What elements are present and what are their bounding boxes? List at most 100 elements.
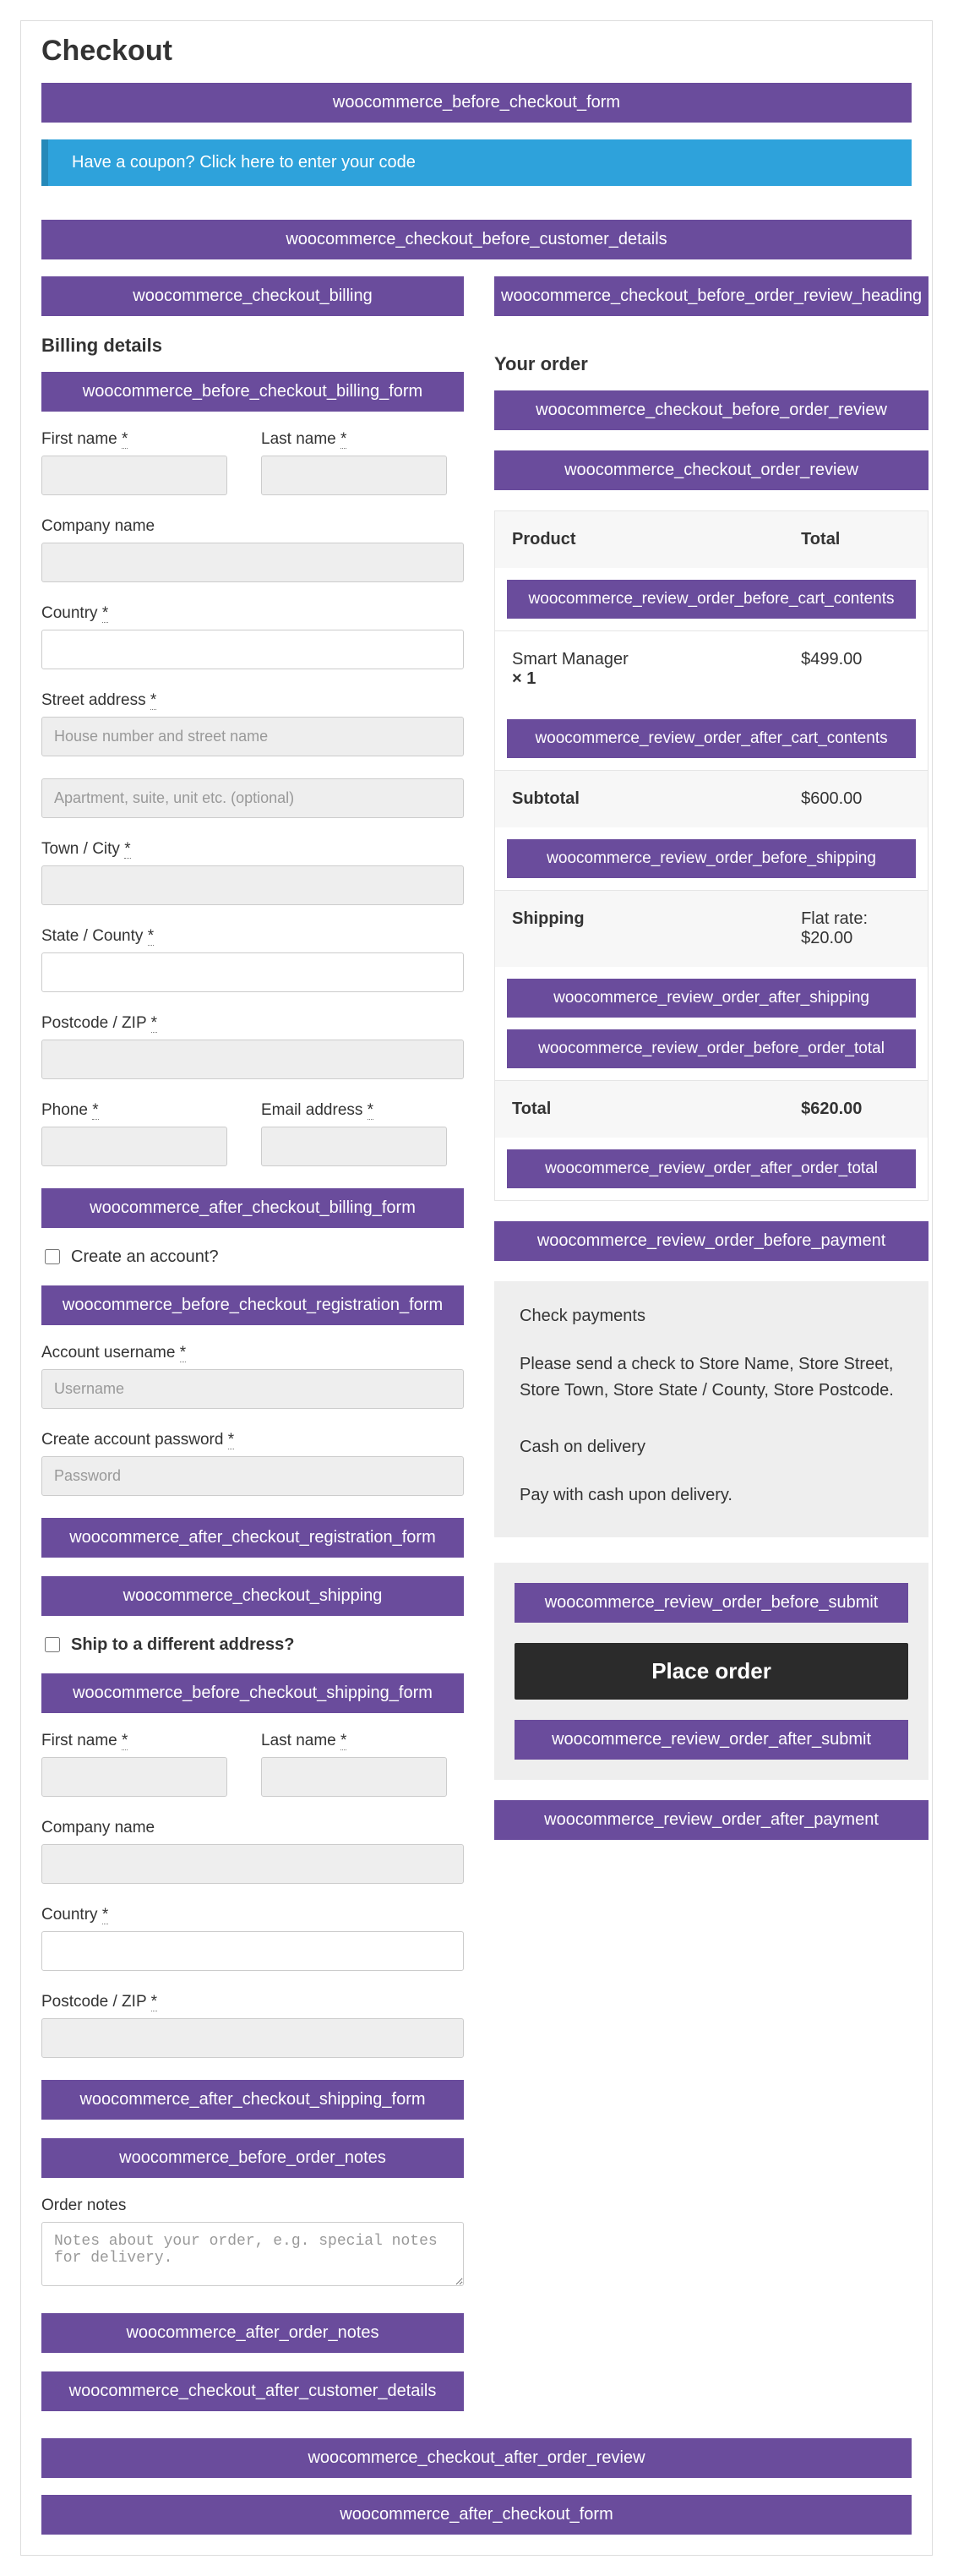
ship-company-input[interactable]: [41, 1844, 464, 1884]
hook-before-order-notes: woocommerce_before_order_notes: [41, 2138, 464, 2178]
street-input[interactable]: [41, 717, 464, 756]
ship-postcode-input[interactable]: [41, 2018, 464, 2058]
hook-order-review: woocommerce_checkout_order_review: [494, 450, 928, 490]
ship-different-label: Ship to a different address?: [71, 1635, 294, 1655]
subtotal-value: $600.00: [784, 771, 928, 827]
place-order-button[interactable]: Place order: [515, 1643, 908, 1700]
hook-before-checkout-form: woocommerce_before_checkout_form: [41, 83, 912, 123]
submit-section: woocommerce_review_order_before_submit P…: [494, 1563, 928, 1780]
postcode-label: Postcode / ZIP *: [41, 1014, 464, 1033]
ship-different-checkbox[interactable]: Ship to a different address?: [41, 1635, 464, 1655]
postcode-field: Postcode / ZIP *: [41, 1014, 464, 1079]
order-notes-input[interactable]: [41, 2222, 464, 2286]
ship-first-name-input[interactable]: [41, 1757, 227, 1797]
last-name-input[interactable]: [261, 456, 447, 495]
total-row: Total $620.00: [495, 1080, 928, 1138]
postcode-input[interactable]: [41, 1040, 464, 1079]
two-column-layout: woocommerce_checkout_billing Billing det…: [41, 276, 912, 2430]
create-account-checkbox[interactable]: Create an account?: [41, 1247, 464, 1267]
account-username-field: Account username *: [41, 1344, 464, 1409]
account-password-field: Create account password *: [41, 1431, 464, 1496]
hook-after-customer-details: woocommerce_checkout_after_customer_deta…: [41, 2371, 464, 2411]
hook-before-registration-form: woocommerce_before_checkout_registration…: [41, 1285, 464, 1325]
hook-review-before-order-total: woocommerce_review_order_before_order_to…: [507, 1029, 916, 1068]
hook-after-order-notes: woocommerce_after_order_notes: [41, 2313, 464, 2353]
country-label: Country *: [41, 604, 464, 623]
subtotal-label: Subtotal: [495, 771, 784, 827]
ship-postcode-label: Postcode / ZIP *: [41, 1993, 464, 2011]
account-password-label: Create account password *: [41, 1431, 464, 1449]
hook-review-before-submit: woocommerce_review_order_before_submit: [515, 1583, 908, 1623]
hook-review-after-payment: woocommerce_review_order_after_payment: [494, 1800, 928, 1840]
cart-item-total: $499.00: [784, 631, 928, 707]
coupon-notice[interactable]: Have a coupon? Click here to enter your …: [41, 139, 912, 186]
hook-after-shipping-form: woocommerce_after_checkout_shipping_form: [41, 2080, 464, 2120]
hook-after-registration-form: woocommerce_after_checkout_registration_…: [41, 1518, 464, 1558]
ship-company-field: Company name: [41, 1819, 464, 1884]
company-field: Company name: [41, 517, 464, 582]
first-name-input[interactable]: [41, 456, 227, 495]
state-field: State / County *: [41, 927, 464, 992]
company-input[interactable]: [41, 543, 464, 582]
order-review-table: Product Total woocommerce_review_order_b…: [494, 510, 928, 1201]
ship-first-name-field: First name *: [41, 1732, 227, 1797]
account-password-input[interactable]: [41, 1456, 464, 1496]
last-name-field: Last name *: [261, 430, 447, 495]
state-input[interactable]: [41, 952, 464, 992]
street2-input[interactable]: [41, 778, 464, 818]
email-field: Email address *: [261, 1101, 447, 1166]
th-product: Product: [495, 511, 784, 568]
th-total: Total: [784, 511, 928, 568]
page-title: Checkout: [41, 35, 912, 68]
cart-item-name: Smart Manager × 1: [495, 631, 784, 707]
hook-before-shipping-form: woocommerce_before_checkout_shipping_for…: [41, 1673, 464, 1713]
billing-column: woocommerce_checkout_billing Billing det…: [41, 276, 464, 2430]
payment-methods: Check payments Please send a check to St…: [494, 1281, 928, 1537]
hook-checkout-billing: woocommerce_checkout_billing: [41, 276, 464, 316]
hook-review-after-order-total: woocommerce_review_order_after_order_tot…: [507, 1149, 916, 1188]
account-username-label: Account username *: [41, 1344, 464, 1362]
ship-company-label: Company name: [41, 1819, 464, 1837]
ship-last-name-input[interactable]: [261, 1757, 447, 1797]
payment-check-title[interactable]: Check payments: [520, 1307, 903, 1326]
state-label: State / County *: [41, 927, 464, 946]
your-order-heading: Your order: [494, 353, 928, 375]
phone-input[interactable]: [41, 1127, 227, 1166]
create-account-label: Create an account?: [71, 1247, 219, 1267]
order-notes-field: Order notes: [41, 2197, 464, 2291]
cart-item-qty: × 1: [512, 669, 767, 689]
ship-country-input[interactable]: [41, 1931, 464, 1971]
email-label: Email address *: [261, 1101, 447, 1120]
billing-heading: Billing details: [41, 335, 464, 357]
total-value: $620.00: [784, 1081, 928, 1138]
account-username-input[interactable]: [41, 1369, 464, 1409]
payment-check-desc: Please send a check to Store Name, Store…: [520, 1351, 903, 1404]
phone-field: Phone *: [41, 1101, 227, 1166]
shipping-row: Shipping Flat rate: $20.00: [495, 890, 928, 967]
hook-review-before-shipping: woocommerce_review_order_before_shipping: [507, 839, 916, 878]
country-input[interactable]: [41, 630, 464, 669]
email-input[interactable]: [261, 1127, 447, 1166]
first-name-field: First name *: [41, 430, 227, 495]
town-input[interactable]: [41, 865, 464, 905]
checkout-frame: Checkout woocommerce_before_checkout_for…: [20, 20, 933, 2556]
street-label: Street address *: [41, 691, 464, 710]
subtotal-row: Subtotal $600.00: [495, 770, 928, 827]
payment-cod-desc: Pay with cash upon delivery.: [520, 1482, 903, 1509]
ship-different-input[interactable]: [45, 1637, 60, 1652]
hook-review-after-submit: woocommerce_review_order_after_submit: [515, 1720, 908, 1760]
order-notes-label: Order notes: [41, 2197, 464, 2215]
shipping-label: Shipping: [495, 891, 784, 967]
first-name-label: First name *: [41, 430, 227, 449]
hook-review-before-payment: woocommerce_review_order_before_payment: [494, 1221, 928, 1261]
hook-before-order-review-heading: woocommerce_checkout_before_order_review…: [494, 276, 928, 316]
company-label: Company name: [41, 517, 464, 536]
hook-after-checkout-form: woocommerce_after_checkout_form: [41, 2495, 912, 2535]
cart-item-row: Smart Manager × 1 $499.00: [495, 630, 928, 707]
hook-before-customer-details: woocommerce_checkout_before_customer_det…: [41, 220, 912, 259]
create-account-input[interactable]: [45, 1249, 60, 1264]
payment-cod-title[interactable]: Cash on delivery: [520, 1438, 903, 1457]
phone-label: Phone *: [41, 1101, 227, 1120]
last-name-label: Last name *: [261, 430, 447, 449]
shipping-value: Flat rate: $20.00: [784, 891, 928, 967]
